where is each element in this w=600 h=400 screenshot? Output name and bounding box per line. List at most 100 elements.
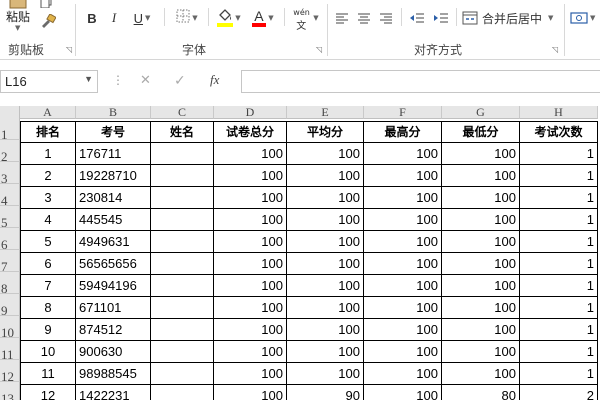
column-header[interactable]: C [151, 106, 214, 119]
min-score-cell[interactable]: 100 [442, 341, 520, 363]
borders-button[interactable]: ▼ [172, 7, 202, 29]
row-header[interactable]: 7 [0, 250, 20, 272]
rank-cell[interactable]: 6 [20, 253, 76, 275]
align-right-button[interactable] [378, 7, 394, 29]
max-score-cell[interactable]: 100 [364, 253, 442, 275]
rank-cell[interactable]: 9 [20, 319, 76, 341]
total-score-cell[interactable]: 100 [214, 143, 287, 165]
fill-color-button[interactable]: ▼ [214, 7, 244, 29]
row-header[interactable]: 13 [0, 382, 20, 400]
underline-button[interactable]: U ▼ [128, 7, 156, 29]
min-score-cell[interactable]: 100 [442, 165, 520, 187]
italic-button[interactable]: I [106, 7, 122, 29]
fill-color-dropdown-icon[interactable]: ▼ [235, 14, 240, 22]
row-header[interactable]: 9 [0, 294, 20, 316]
min-score-cell[interactable]: 100 [442, 297, 520, 319]
min-score-cell[interactable]: 80 [442, 385, 520, 400]
max-score-cell[interactable]: 100 [364, 143, 442, 165]
formula-input[interactable] [241, 70, 600, 93]
name-box[interactable]: L16 ▼ [0, 70, 98, 93]
row-header[interactable]: 2 [0, 140, 20, 162]
merge-center-dropdown-icon[interactable]: ▼ [548, 14, 553, 22]
exam-count-cell[interactable]: 1 [520, 231, 598, 253]
header-cell[interactable]: 考试次数 [520, 121, 598, 143]
exam-id-cell[interactable]: 1422231 [76, 385, 151, 400]
average-cell[interactable]: 100 [287, 187, 364, 209]
rank-cell[interactable]: 12 [20, 385, 76, 400]
cancel-icon[interactable]: ✕ [140, 73, 151, 88]
name-box-dropdown-icon[interactable]: ▼ [84, 74, 93, 84]
total-score-cell[interactable]: 100 [214, 253, 287, 275]
name-cell[interactable] [151, 143, 214, 165]
align-left-button[interactable] [334, 7, 350, 29]
min-score-cell[interactable]: 100 [442, 319, 520, 341]
average-cell[interactable]: 100 [287, 319, 364, 341]
row-header[interactable]: 8 [0, 272, 20, 294]
total-score-cell[interactable]: 100 [214, 231, 287, 253]
exam-id-cell[interactable]: 230814 [76, 187, 151, 209]
insert-function-icon[interactable]: fx [210, 72, 219, 88]
phonetic-guide-button[interactable]: wén 文 ▼ [290, 7, 322, 32]
rank-cell[interactable]: 11 [20, 363, 76, 385]
header-cell[interactable]: 排名 [20, 121, 76, 143]
header-cell[interactable]: 考号 [76, 121, 151, 143]
name-cell[interactable] [151, 209, 214, 231]
rank-cell[interactable]: 3 [20, 187, 76, 209]
header-cell[interactable]: 平均分 [287, 121, 364, 143]
average-cell[interactable]: 100 [287, 231, 364, 253]
name-cell[interactable] [151, 165, 214, 187]
max-score-cell[interactable]: 100 [364, 209, 442, 231]
copy-icon[interactable] [40, 0, 54, 9]
total-score-cell[interactable]: 100 [214, 165, 287, 187]
exam-id-cell[interactable]: 59494196 [76, 275, 151, 297]
name-cell[interactable] [151, 253, 214, 275]
exam-id-cell[interactable]: 19228710 [76, 165, 151, 187]
average-cell[interactable]: 100 [287, 297, 364, 319]
max-score-cell[interactable]: 100 [364, 231, 442, 253]
exam-id-cell[interactable]: 900630 [76, 341, 151, 363]
average-cell[interactable]: 100 [287, 275, 364, 297]
rank-cell[interactable]: 8 [20, 297, 76, 319]
row-header[interactable]: 4 [0, 184, 20, 206]
number-format-dropdown-icon[interactable]: ▼ [590, 14, 595, 22]
column-header[interactable]: F [364, 106, 442, 119]
exam-count-cell[interactable]: 1 [520, 209, 598, 231]
column-header[interactable]: G [442, 106, 520, 119]
rank-cell[interactable]: 4 [20, 209, 76, 231]
min-score-cell[interactable]: 100 [442, 231, 520, 253]
average-cell[interactable]: 100 [287, 143, 364, 165]
row-header[interactable]: 3 [0, 162, 20, 184]
min-score-cell[interactable]: 100 [442, 143, 520, 165]
font-color-button[interactable]: A ▼ [248, 7, 278, 29]
column-header[interactable]: B [76, 106, 151, 119]
header-cell[interactable]: 最低分 [442, 121, 520, 143]
total-score-cell[interactable]: 100 [214, 341, 287, 363]
max-score-cell[interactable]: 100 [364, 297, 442, 319]
exam-id-cell[interactable]: 176711 [76, 143, 151, 165]
number-format-button[interactable]: ▼ [570, 7, 600, 29]
max-score-cell[interactable]: 100 [364, 363, 442, 385]
borders-dropdown-icon[interactable]: ▼ [192, 14, 197, 22]
name-cell[interactable] [151, 275, 214, 297]
row-header[interactable]: 1 [0, 118, 20, 140]
exam-id-cell[interactable]: 445545 [76, 209, 151, 231]
max-score-cell[interactable]: 100 [364, 341, 442, 363]
exam-count-cell[interactable]: 1 [520, 275, 598, 297]
row-header[interactable]: 6 [0, 228, 20, 250]
total-score-cell[interactable]: 100 [214, 297, 287, 319]
header-cell[interactable]: 试卷总分 [214, 121, 287, 143]
total-score-cell[interactable]: 100 [214, 187, 287, 209]
total-score-cell[interactable]: 100 [214, 209, 287, 231]
name-cell[interactable] [151, 341, 214, 363]
underline-dropdown-icon[interactable]: ▼ [145, 14, 150, 22]
total-score-cell[interactable]: 100 [214, 319, 287, 341]
phonetic-dropdown-icon[interactable]: ▼ [313, 14, 318, 22]
rank-cell[interactable]: 7 [20, 275, 76, 297]
exam-count-cell[interactable]: 1 [520, 253, 598, 275]
font-dialog-launcher-icon[interactable]: ◹ [316, 45, 322, 54]
alignment-dialog-launcher-icon[interactable]: ◹ [552, 45, 558, 54]
name-cell[interactable] [151, 319, 214, 341]
enter-icon[interactable]: ✓ [174, 73, 186, 89]
max-score-cell[interactable]: 100 [364, 187, 442, 209]
row-header[interactable]: 11 [0, 338, 20, 360]
